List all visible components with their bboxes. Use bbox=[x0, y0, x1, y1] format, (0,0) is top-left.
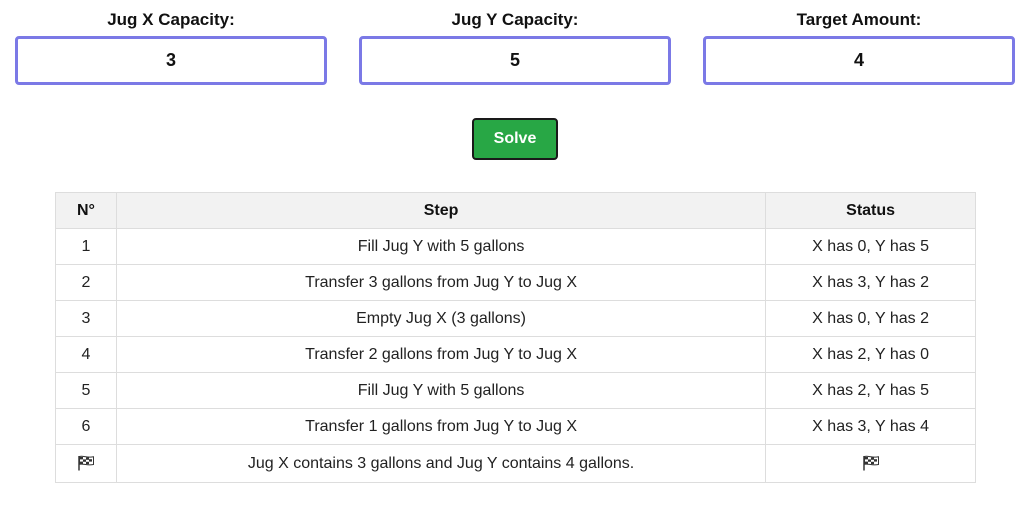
jug-y-field: Jug Y Capacity: bbox=[359, 8, 671, 85]
row-step: Fill Jug Y with 5 gallons bbox=[115, 372, 767, 409]
row-number: 3 bbox=[55, 300, 117, 337]
row-number: 2 bbox=[55, 264, 117, 301]
header-number: N° bbox=[55, 192, 117, 229]
row-status: X has 3, Y has 2 bbox=[765, 264, 976, 301]
table-row: 6 Transfer 1 gallons from Jug Y to Jug X… bbox=[55, 408, 976, 445]
jug-x-field: Jug X Capacity: bbox=[15, 8, 327, 85]
table-row: 3 Empty Jug X (3 gallons) X has 0, Y has… bbox=[55, 300, 976, 337]
inputs-row: Jug X Capacity: Jug Y Capacity: Target A… bbox=[15, 8, 1015, 85]
target-amount-input[interactable] bbox=[703, 36, 1015, 85]
header-step: Step bbox=[115, 192, 767, 229]
header-status: Status bbox=[765, 192, 976, 229]
jug-y-capacity-input[interactable] bbox=[359, 36, 671, 85]
table-row: 5 Fill Jug Y with 5 gallons X has 2, Y h… bbox=[55, 372, 976, 409]
jug-x-capacity-input[interactable] bbox=[15, 36, 327, 85]
jug-x-label: Jug X Capacity: bbox=[107, 10, 235, 29]
row-status: X has 0, Y has 5 bbox=[765, 228, 976, 265]
row-step: Fill Jug Y with 5 gallons bbox=[115, 228, 767, 265]
checkered-flag-icon bbox=[862, 456, 879, 471]
row-number: 5 bbox=[55, 372, 117, 409]
steps-table: N° Step Status 1 Fill Jug Y with 5 gallo… bbox=[55, 192, 976, 483]
target-field: Target Amount: bbox=[703, 8, 1015, 85]
jug-y-label: Jug Y Capacity: bbox=[451, 10, 579, 29]
final-status-cell bbox=[765, 444, 976, 483]
final-message: Jug X contains 3 gallons and Jug Y conta… bbox=[115, 444, 767, 483]
row-step: Transfer 3 gallons from Jug Y to Jug X bbox=[115, 264, 767, 301]
row-step: Transfer 1 gallons from Jug Y to Jug X bbox=[115, 408, 767, 445]
table-header-row: N° Step Status bbox=[55, 192, 976, 229]
final-row: Jug X contains 3 gallons and Jug Y conta… bbox=[55, 444, 976, 483]
table-row: 4 Transfer 2 gallons from Jug Y to Jug X… bbox=[55, 336, 976, 373]
row-status: X has 0, Y has 2 bbox=[765, 300, 976, 337]
solve-button[interactable]: Solve bbox=[472, 118, 558, 160]
target-label: Target Amount: bbox=[796, 10, 922, 29]
table-row: 1 Fill Jug Y with 5 gallons X has 0, Y h… bbox=[55, 228, 976, 265]
checkered-flag-icon bbox=[78, 456, 94, 471]
row-step: Transfer 2 gallons from Jug Y to Jug X bbox=[115, 336, 767, 373]
row-status: X has 2, Y has 5 bbox=[765, 372, 976, 409]
row-number: 6 bbox=[55, 408, 117, 445]
row-status: X has 2, Y has 0 bbox=[765, 336, 976, 373]
row-number: 4 bbox=[55, 336, 117, 373]
row-number: 1 bbox=[55, 228, 117, 265]
final-flag-cell bbox=[55, 444, 117, 483]
row-status: X has 3, Y has 4 bbox=[765, 408, 976, 445]
row-step: Empty Jug X (3 gallons) bbox=[115, 300, 767, 337]
table-row: 2 Transfer 3 gallons from Jug Y to Jug X… bbox=[55, 264, 976, 301]
